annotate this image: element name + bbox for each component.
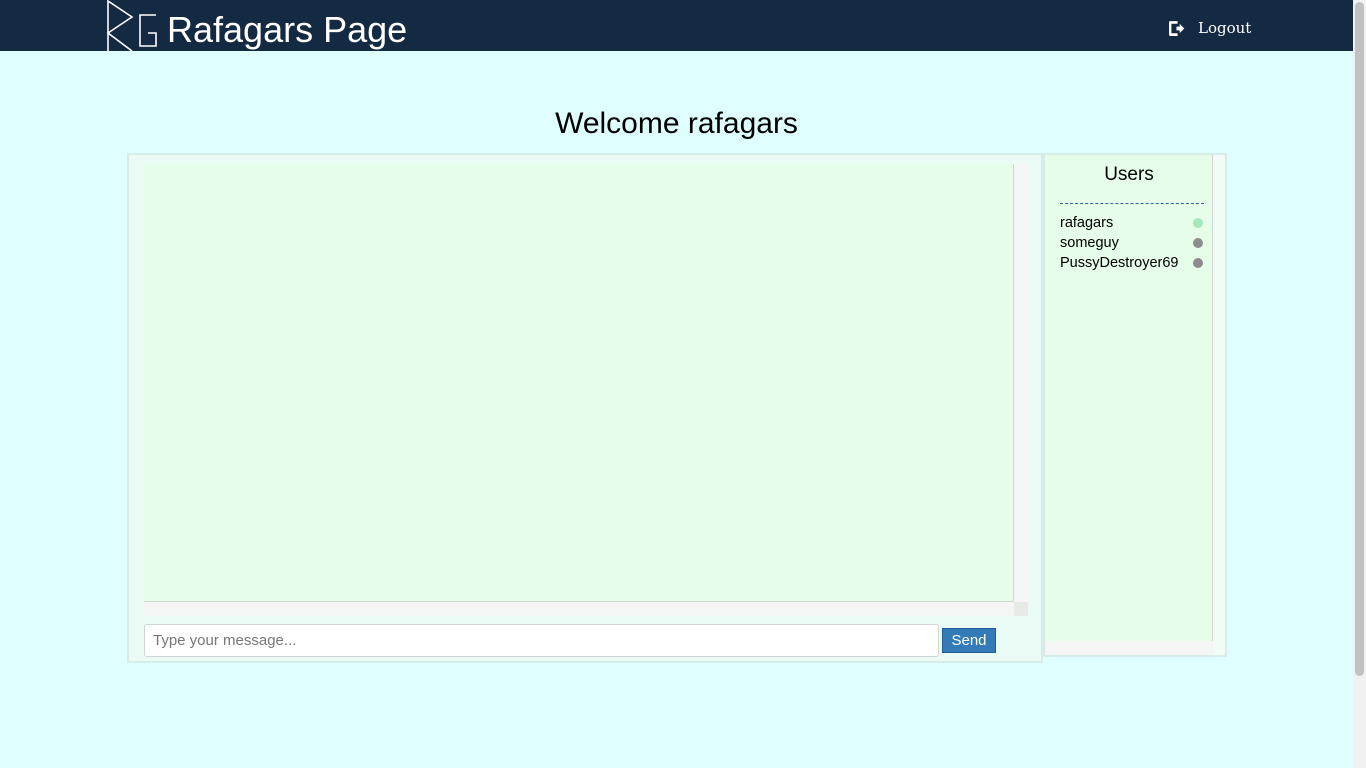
user-name: rafagars (1060, 215, 1114, 231)
online-status-icon (1193, 218, 1203, 228)
chat-message-area[interactable] (144, 164, 1028, 616)
chat-messages-list (144, 164, 1014, 602)
chat-horizontal-scrollbar[interactable] (144, 602, 1014, 616)
users-divider (1060, 203, 1204, 204)
page-scrollbar-thumb[interactable] (1355, 2, 1364, 676)
message-input[interactable] (144, 624, 939, 657)
user-item[interactable]: rafagars (1060, 213, 1203, 233)
top-navbar: Rafagars Page Logout (0, 0, 1353, 51)
brand-logo-icon[interactable] (106, 0, 158, 51)
brand-title[interactable]: Rafagars Page (167, 10, 407, 50)
users-title: Users (1104, 164, 1154, 185)
logout-button[interactable]: Logout (1168, 17, 1251, 39)
user-name: PussyDestroyer69 (1060, 255, 1179, 271)
user-item[interactable]: someguy (1060, 233, 1203, 253)
logout-label: Logout (1198, 19, 1252, 37)
welcome-heading: Welcome rafagars (555, 107, 798, 140)
users-horizontal-scrollbar[interactable] (1045, 641, 1213, 655)
users-panel: Users rafagars someguy PussyDestroyer69 (1043, 153, 1227, 657)
user-item[interactable]: PussyDestroyer69 (1060, 253, 1203, 273)
logout-icon (1169, 20, 1185, 36)
users-list: rafagars someguy PussyDestroyer69 (1060, 213, 1203, 273)
chat-scroll-corner (1014, 602, 1028, 616)
page-vertical-scrollbar[interactable] (1353, 0, 1366, 768)
send-button[interactable]: Send (942, 628, 996, 653)
chat-vertical-scrollbar[interactable] (1014, 164, 1028, 602)
chat-panel: Send (127, 153, 1043, 663)
users-list-area[interactable]: Users rafagars someguy PussyDestroyer69 (1045, 155, 1213, 643)
offline-status-icon (1193, 238, 1203, 248)
offline-status-icon (1193, 258, 1203, 268)
user-name: someguy (1060, 235, 1119, 251)
